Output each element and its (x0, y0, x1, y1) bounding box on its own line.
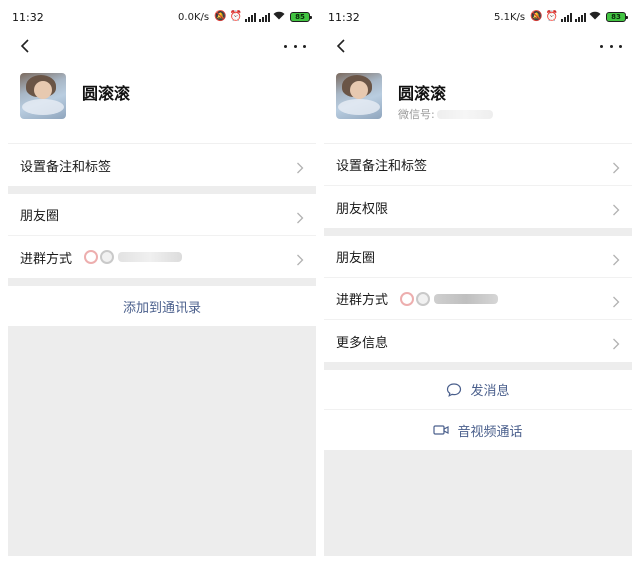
nav-bar (8, 34, 316, 58)
blurred-text (434, 293, 499, 304)
row-remark-tags[interactable]: 设置备注和标签 (324, 144, 632, 186)
chevron-right-icon (296, 159, 304, 174)
chevron-right-icon (612, 159, 620, 174)
blurred-logo-icon (100, 250, 115, 264)
blurred-logo-icon (400, 291, 415, 306)
status-icons: 5.1K/s 🔕 ⏰ 83 (494, 11, 628, 23)
blurred-logo-icon (416, 291, 431, 306)
row-label: 更多信息 (336, 335, 389, 351)
back-arrow-icon[interactable] (16, 36, 36, 56)
chevron-right-icon (296, 251, 304, 266)
status-time: 11:32 (12, 10, 44, 24)
info-group: 朋友圈 进群方式 (8, 194, 316, 278)
phone-right: 11:32 5.1K/s 🔕 ⏰ 83 圆滚滚 微信号: 设置备注和标签 朋友权… (324, 0, 632, 556)
blurred-wechat-id (436, 109, 493, 119)
blurred-text (118, 252, 183, 262)
row-join-method[interactable]: 进群方式 (8, 236, 316, 278)
chevron-right-icon (296, 209, 304, 224)
chevron-right-icon (612, 293, 620, 308)
blurred-logo-icon (84, 250, 99, 264)
status-bar: 11:32 0.0K/s 🔕 ⏰ 85 (8, 0, 316, 34)
row-friend-permissions[interactable]: 朋友权限 (324, 186, 632, 228)
row-remark-tags[interactable]: 设置备注和标签 (8, 144, 316, 186)
status-bar: 11:32 5.1K/s 🔕 ⏰ 83 (324, 0, 632, 34)
chat-bubble-icon (446, 382, 462, 398)
actions-group: 添加到通讯录 (8, 286, 316, 326)
phone-left: 11:32 0.0K/s 🔕 ⏰ 85 圆滚滚 设置备注和标签 朋友圈 进群方式… (8, 0, 316, 556)
row-label: 朋友权限 (336, 201, 389, 217)
alarm-icon: ⏰ (229, 11, 242, 22)
display-name: 圆滚滚 (82, 84, 131, 103)
row-moments[interactable]: 朋友圈 (8, 194, 316, 236)
chevron-right-icon (612, 201, 620, 216)
signal-icon-2 (259, 12, 270, 22)
video-call-label: 音视频通话 (457, 424, 523, 440)
wechat-id: 微信号: (398, 106, 493, 122)
network-speed: 5.1K/s (494, 11, 526, 23)
mute-bell-icon: 🔕 (530, 11, 543, 22)
more-dots-icon[interactable] (284, 36, 306, 56)
actions-group: 发消息 音视频通话 (324, 370, 632, 450)
wechat-id-prefix: 微信号: (398, 108, 435, 121)
row-label: 进群方式 (336, 293, 389, 308)
battery-icon: 83 (606, 12, 628, 22)
profile-card: 圆滚滚 微信号: (324, 58, 632, 144)
row-label: 设置备注和标签 (336, 159, 428, 174)
more-dots-icon[interactable] (600, 36, 622, 56)
join-method-value-blurred (84, 250, 183, 264)
signal-icon-2 (575, 12, 586, 22)
row-label: 朋友圈 (336, 251, 376, 266)
row-label: 进群方式 (20, 251, 73, 267)
signal-icon (245, 12, 256, 22)
mute-bell-icon: 🔕 (214, 11, 227, 22)
row-moments[interactable]: 朋友圈 (324, 236, 632, 278)
info-group: 朋友圈 进群方式 更多信息 (324, 236, 632, 362)
status-icons: 0.0K/s 🔕 ⏰ 85 (178, 11, 312, 23)
alarm-icon: ⏰ (545, 11, 558, 22)
add-to-contacts-label: 添加到通讯录 (122, 300, 201, 316)
wifi-icon (273, 11, 285, 23)
avatar[interactable] (20, 73, 66, 119)
row-label: 朋友圈 (20, 209, 60, 224)
join-method-value-blurred (400, 291, 499, 306)
row-join-method[interactable]: 进群方式 (324, 278, 632, 320)
settings-group: 设置备注和标签 (8, 144, 316, 186)
chevron-right-icon (612, 251, 620, 266)
send-message-button[interactable]: 发消息 (324, 370, 632, 410)
signal-icon (561, 12, 572, 22)
profile-card: 圆滚滚 (8, 58, 316, 144)
avatar[interactable] (336, 73, 382, 119)
wifi-icon (589, 11, 601, 23)
video-camera-icon (433, 422, 450, 438)
battery-icon: 85 (290, 12, 312, 22)
network-speed: 0.0K/s (178, 11, 210, 23)
status-time: 11:32 (328, 10, 360, 24)
display-name: 圆滚滚 (398, 84, 447, 103)
back-arrow-icon[interactable] (332, 36, 352, 56)
send-message-label: 发消息 (470, 384, 510, 399)
video-call-button[interactable]: 音视频通话 (324, 410, 632, 450)
add-to-contacts-button[interactable]: 添加到通讯录 (8, 286, 316, 326)
row-more-info[interactable]: 更多信息 (324, 320, 632, 362)
chevron-right-icon (612, 335, 620, 350)
settings-group: 设置备注和标签 朋友权限 (324, 144, 632, 228)
row-label: 设置备注和标签 (20, 159, 112, 175)
nav-bar (324, 34, 632, 58)
